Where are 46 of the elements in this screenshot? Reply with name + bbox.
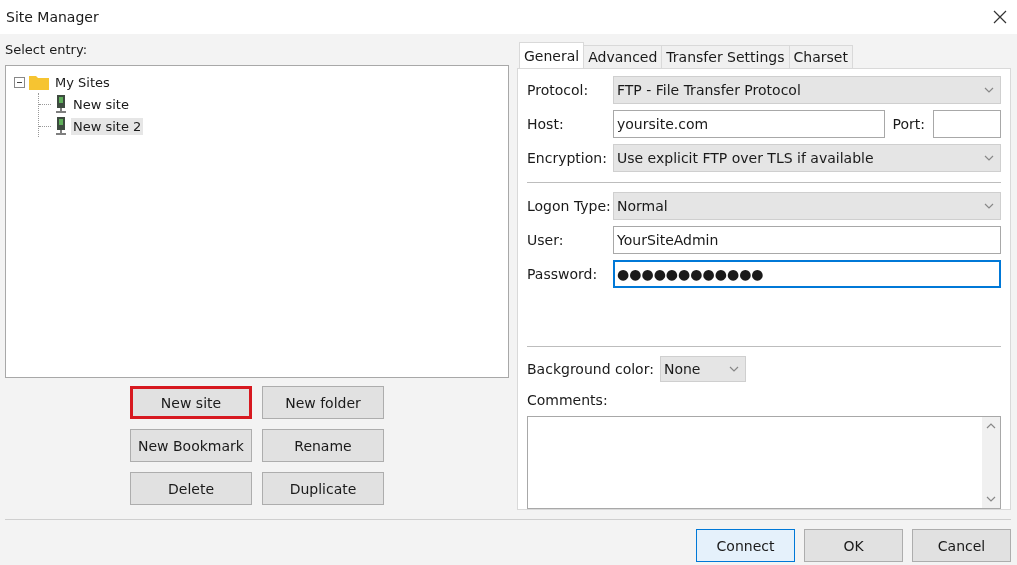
- close-icon[interactable]: [993, 10, 1007, 24]
- field-label: Comments:: [527, 392, 609, 409]
- input-field[interactable]: ●●●●●●●●●●●●: [613, 260, 1001, 288]
- field-label: Encryption:: [527, 150, 608, 166]
- entry-button[interactable]: Delete: [130, 472, 252, 505]
- dialog-button[interactable]: OK: [804, 529, 903, 562]
- scroll-down-icon[interactable]: [986, 496, 996, 502]
- comments-field[interactable]: [527, 416, 1001, 509]
- tree-item[interactable]: My Sites: [53, 73, 112, 91]
- field-label: Host:: [527, 116, 565, 132]
- tab[interactable]: Charset: [788, 45, 853, 68]
- tab[interactable]: General: [519, 42, 585, 68]
- entry-button[interactable]: New folder: [262, 386, 384, 419]
- entry-button[interactable]: Duplicate: [262, 472, 384, 505]
- field-label: Password:: [527, 266, 599, 282]
- window-title: Site Manager: [6, 9, 99, 25]
- entry-button[interactable]: Rename: [262, 429, 384, 462]
- tree-item[interactable]: New site: [71, 95, 131, 113]
- chevron-down-icon: [728, 366, 739, 373]
- folder-icon: [29, 74, 49, 90]
- collapse-icon[interactable]: [14, 76, 25, 88]
- entry-button[interactable]: New site: [130, 386, 252, 419]
- server-icon: [55, 95, 67, 113]
- chevron-down-icon: [984, 203, 994, 209]
- section-label: Select entry:: [5, 42, 89, 57]
- chevron-down-icon: [984, 87, 994, 93]
- tab[interactable]: Transfer Settings: [661, 45, 790, 68]
- dropdown[interactable]: Normal: [613, 192, 1001, 220]
- input-field[interactable]: yoursite.com: [613, 110, 885, 138]
- dropdown[interactable]: FTP - File Transfer Protocol: [613, 76, 1001, 104]
- input-field[interactable]: [933, 110, 1001, 138]
- scroll-up-icon[interactable]: [986, 423, 996, 430]
- dropdown[interactable]: Use explicit FTP over TLS if available: [613, 144, 1001, 172]
- input-field[interactable]: YourSiteAdmin: [613, 226, 1001, 254]
- entry-button[interactable]: New Bookmark: [130, 429, 252, 462]
- dialog-button[interactable]: Cancel: [912, 529, 1011, 562]
- chevron-down-icon: [984, 155, 994, 161]
- field-label: Background color:: [527, 361, 654, 378]
- field-label: Port:: [892, 116, 925, 132]
- field-label: Logon Type:: [527, 198, 612, 214]
- dropdown[interactable]: None: [659, 356, 746, 383]
- tree-item[interactable]: New site 2: [71, 117, 144, 135]
- server-icon: [55, 117, 67, 135]
- field-label: Protocol:: [527, 82, 590, 98]
- field-label: User:: [527, 232, 565, 248]
- dialog-button[interactable]: Connect: [696, 529, 795, 562]
